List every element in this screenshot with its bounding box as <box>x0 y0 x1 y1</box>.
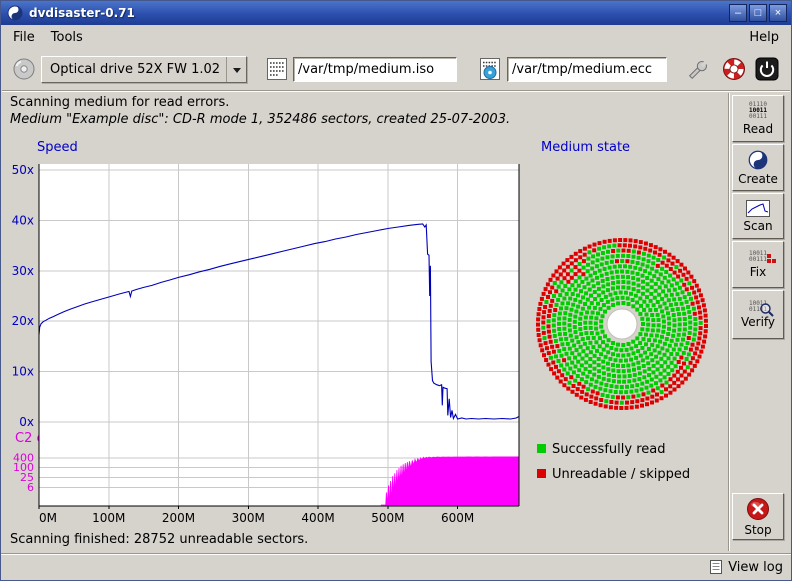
x-tick-label: 600M <box>441 511 474 525</box>
speed-tick-label: 20x <box>12 314 34 328</box>
c2-tick-label: 6 <box>27 481 34 494</box>
window-title: dvdisaster-0.71 <box>29 6 135 20</box>
gridlines <box>39 164 519 506</box>
yin-yang-icon <box>748 150 768 170</box>
fix-label: Fix <box>750 265 766 279</box>
svg-text:Unreadable / skipped: Unreadable / skipped <box>552 467 690 482</box>
c2-tick-label: 100 <box>13 461 34 474</box>
x-tick-label: 100M <box>92 511 125 525</box>
help-lifebuoy-icon[interactable] <box>720 55 748 83</box>
app-icon <box>7 5 23 21</box>
scan-label: Scan <box>743 219 772 233</box>
legend-item: Successfully read <box>537 442 665 457</box>
x-tick-label: 300M <box>232 511 265 525</box>
c2-errors-area <box>381 457 519 505</box>
cd-drive-icon <box>12 57 36 81</box>
ecc-file-icon <box>479 57 501 81</box>
ecc-path-input[interactable] <box>507 57 667 82</box>
x-tick-label: 500M <box>371 511 404 525</box>
sidebar-separator <box>728 93 730 551</box>
menu-help[interactable]: Help <box>741 27 787 48</box>
toolbar-separator <box>2 90 790 92</box>
window-controls: – □ × <box>729 4 787 22</box>
iso-image-icon <box>266 57 288 81</box>
c2-tick-label: 400 <box>13 451 34 464</box>
drive-selector[interactable]: Optical drive 52X FW 1.02 <box>41 56 247 83</box>
status-message: Scanning medium for read errors. <box>10 95 229 110</box>
disc-visualization <box>536 238 708 410</box>
stop-button[interactable]: Stop <box>732 493 784 540</box>
speed-axis-title: Speed <box>37 140 78 155</box>
create-label: Create <box>738 172 778 186</box>
verify-magnifier-icon: 10011 01101 <box>749 301 767 313</box>
view-log-button[interactable]: View log <box>710 560 783 575</box>
titlebar: dvdisaster-0.71 – □ × <box>1 1 791 25</box>
app-window: dvdisaster-0.71 – □ × File Tools Help Op… <box>0 0 792 581</box>
iso-path-input[interactable] <box>293 57 457 82</box>
quit-power-icon[interactable] <box>753 55 781 83</box>
speed-tick-label: 40x <box>12 213 34 227</box>
medium-info: Medium "Example disc": CD-R mode 1, 3524… <box>10 112 510 127</box>
menu-tools[interactable]: Tools <box>43 27 91 48</box>
read-button[interactable]: 01110 10011 00111 Read <box>732 95 784 142</box>
window-close-button[interactable]: × <box>769 4 787 22</box>
read-binary-icon: 01110 10011 00111 <box>749 102 767 120</box>
log-icon <box>710 560 722 574</box>
x-tick-label: 400M <box>301 511 334 525</box>
speed-curve <box>39 224 519 419</box>
x-tick-label: 0M <box>39 511 57 525</box>
speed-tick-label: 0x <box>19 415 34 429</box>
chevron-down-icon <box>226 57 246 82</box>
verify-button[interactable]: 10011 01101 Verify <box>732 290 784 339</box>
speed-tick-label: 50x <box>12 163 34 177</box>
drive-selector-value: Optical drive 52X FW 1.02 <box>50 62 220 77</box>
c2-tick-label: 25 <box>20 471 34 484</box>
x-tick-label: 200M <box>162 511 195 525</box>
plot-background <box>39 164 519 506</box>
speed-tick-label: 30x <box>12 264 34 278</box>
scan-button[interactable]: Scan <box>732 193 784 239</box>
fix-icon: 10011 00111 <box>749 251 767 263</box>
medium-state-title: Medium state <box>541 140 630 155</box>
speed-tick-label: 10x <box>12 365 34 379</box>
create-button[interactable]: Create <box>732 144 784 191</box>
scan-charts: Speed Medium state C2 errors 50x 40x 30x 20… <box>1 1 791 553</box>
statusbar: View log <box>1 553 791 580</box>
menu-file[interactable]: File <box>5 27 43 48</box>
stop-icon <box>746 497 770 521</box>
preferences-wrench-icon[interactable] <box>684 55 712 83</box>
axes <box>39 164 519 509</box>
stop-label: Stop <box>744 523 771 537</box>
read-label: Read <box>743 122 773 136</box>
svg-text:Successfully read: Successfully read <box>552 442 665 457</box>
scan-result: Scanning finished: 28752 unreadable sect… <box>10 532 308 547</box>
scan-chart-icon <box>746 200 770 217</box>
fix-button[interactable]: 10011 00111 Fix <box>732 241 784 288</box>
menubar: File Tools Help <box>1 25 791 49</box>
view-log-label: View log <box>728 560 783 575</box>
c2-errors-title: C2 errors <box>15 431 75 446</box>
legend-item: Unreadable / skipped <box>537 467 690 482</box>
window-shade-button[interactable]: – <box>729 4 747 22</box>
window-maximize-button[interactable]: □ <box>749 4 767 22</box>
